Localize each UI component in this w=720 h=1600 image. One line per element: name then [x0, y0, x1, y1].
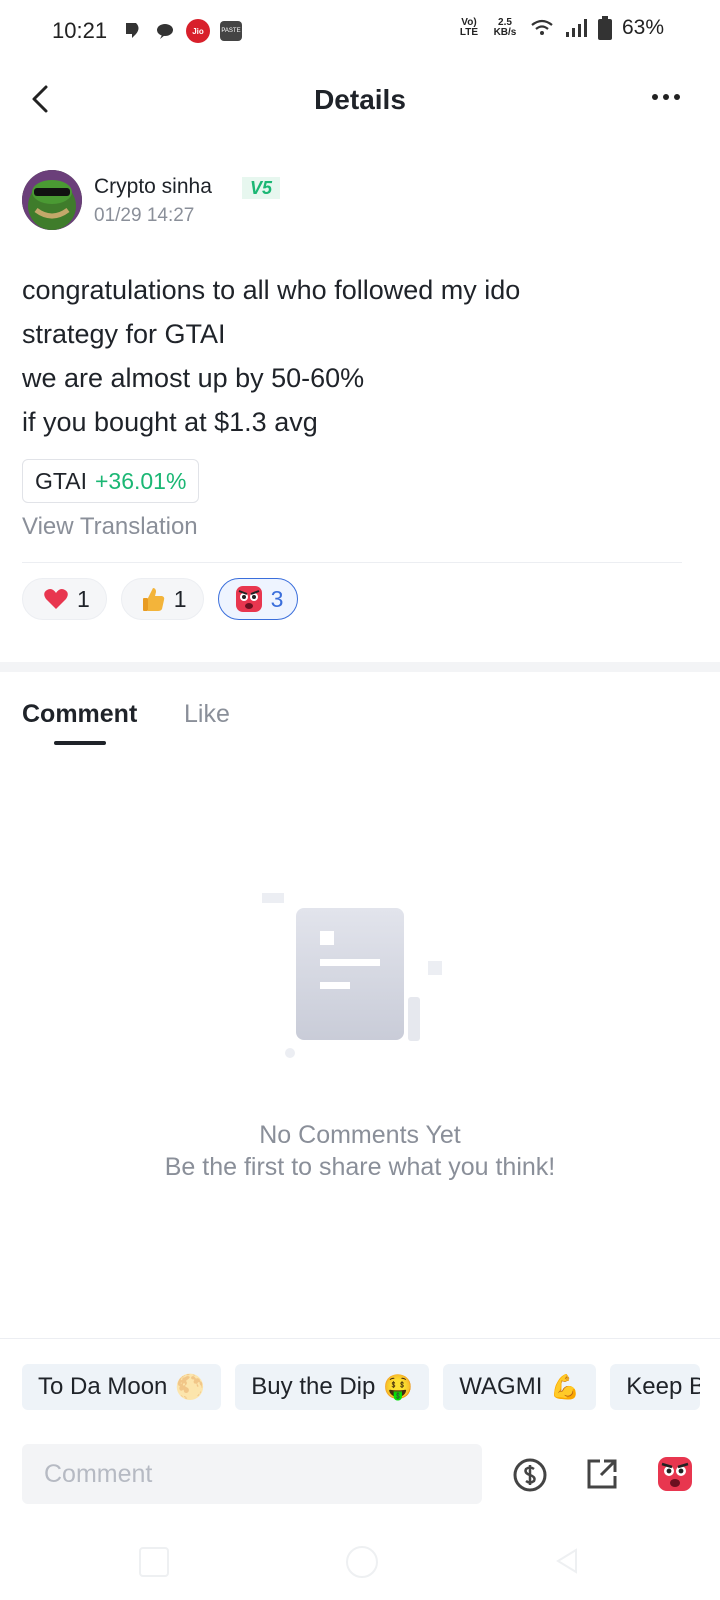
quick-reply-chip[interactable]: Buy the Dip 🤑: [235, 1364, 430, 1410]
quick-reply-chip[interactable]: Keep B: [610, 1364, 701, 1410]
reaction-thumbs-up[interactable]: 1: [120, 578, 204, 620]
post-timestamp: 01/29 14:27: [94, 205, 195, 226]
signal-icon: [565, 19, 587, 37]
tab-comment[interactable]: Comment: [22, 700, 137, 729]
author-name[interactable]: Crypto sinha: [94, 175, 212, 199]
empty-state-title: No Comments Yet: [259, 1121, 461, 1149]
flexed-biceps-icon: 💪: [550, 1373, 581, 1401]
battery-icon: [597, 16, 612, 40]
nav-home-button[interactable]: [346, 1546, 378, 1578]
post-line: if you bought at $1.3 avg: [22, 407, 318, 437]
more-options-button[interactable]: [652, 94, 686, 104]
section-separator: [0, 662, 720, 672]
triangle-back-icon: [556, 1548, 577, 1574]
wifi-icon: [531, 19, 553, 35]
tab-like[interactable]: Like: [184, 700, 230, 729]
reaction-count: 1: [77, 585, 90, 612]
quick-reply-chip[interactable]: WAGMI 💪: [443, 1364, 597, 1410]
divider: [0, 1338, 720, 1339]
ticker-change: +36.01%: [94, 467, 187, 494]
system-icons: Vo) LTE 2.5 KB/s 63%: [458, 16, 664, 40]
tip-button[interactable]: [512, 1457, 548, 1493]
ticker-chip[interactable]: GTAI +36.01%: [22, 459, 200, 503]
quick-reply-label: WAGMI: [459, 1373, 543, 1400]
money-face-icon: 🤑: [383, 1373, 414, 1401]
network-speed: 2.5 KB/s: [493, 17, 517, 38]
comment-input[interactable]: [22, 1444, 482, 1504]
view-translation-link[interactable]: View Translation: [22, 513, 198, 541]
battery-percent: 63%: [621, 16, 664, 39]
nav-back-button[interactable]: [552, 1546, 582, 1576]
heart-icon: [44, 589, 68, 609]
chat-bubble-icon: [122, 20, 144, 42]
quick-reply-list: To Da Moon 🌕 Buy the Dip 🤑 WAGMI 💪 Keep …: [22, 1364, 701, 1410]
jio-icon: Jio: [186, 19, 210, 43]
angry-face-icon: [658, 1457, 692, 1491]
active-tab-indicator: [54, 741, 106, 745]
quick-reply-label: Keep B: [626, 1373, 701, 1400]
message-icon: [154, 20, 176, 42]
empty-state-subtitle: Be the first to share what you think!: [164, 1153, 556, 1181]
coin-icon: [513, 1458, 547, 1492]
more-dot: [663, 94, 669, 100]
notification-icons: Jio PASTE: [122, 19, 242, 43]
moon-icon: 🌕: [175, 1373, 206, 1401]
ticker-symbol: GTAI: [35, 467, 87, 494]
quick-reply-label: Buy the Dip: [251, 1373, 376, 1400]
nav-recents-button[interactable]: [139, 1547, 169, 1577]
share-icon: [587, 1459, 617, 1489]
level-badge: V5: [242, 177, 280, 199]
more-dot: [652, 94, 658, 100]
comment-field-container: [22, 1444, 482, 1504]
more-dot: [674, 94, 680, 100]
thumbs-up-icon: [142, 588, 165, 611]
post-line: we are almost up by 50-60%: [22, 363, 365, 393]
volte-icon: Vo) LTE: [459, 17, 479, 38]
app-notification-icon: PASTE: [220, 21, 242, 41]
reaction-count: 1: [173, 585, 187, 612]
status-bar: 10:21 Jio PASTE Vo) LTE 2.5 KB/s 63%: [0, 0, 720, 62]
reaction-button[interactable]: [657, 1456, 693, 1492]
status-time: 10:21: [52, 18, 108, 43]
reaction-heart[interactable]: 1: [22, 578, 107, 620]
reactions-row: 1 1 3: [22, 578, 299, 620]
empty-document-icon: [262, 881, 452, 1083]
post-line: strategy for GTAI: [22, 319, 226, 349]
post-body: congratulations to all who followed my i…: [22, 268, 702, 444]
post-line: congratulations to all who followed my i…: [22, 275, 521, 305]
divider: [22, 562, 682, 563]
page-title: Details: [314, 84, 406, 115]
quick-reply-chip[interactable]: To Da Moon 🌕: [22, 1364, 222, 1410]
reaction-count: 3: [270, 585, 284, 612]
reaction-angry[interactable]: 3: [217, 578, 299, 620]
share-button[interactable]: [584, 1456, 620, 1492]
author-avatar[interactable]: [22, 170, 82, 230]
quick-reply-label: To Da Moon: [38, 1373, 168, 1400]
angry-face-icon: [235, 586, 262, 612]
